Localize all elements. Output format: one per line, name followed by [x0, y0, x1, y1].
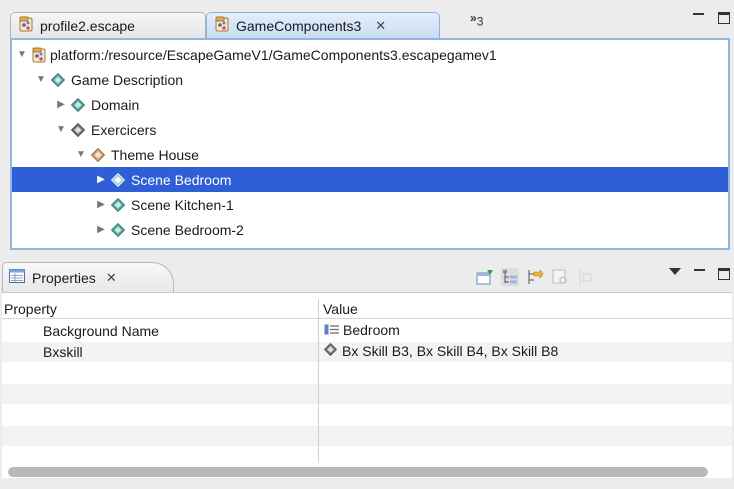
properties-window-controls [669, 267, 730, 280]
tab-gamecomponents3[interactable]: GameComponents3 ✕ [206, 12, 440, 38]
properties-icon [9, 269, 25, 286]
element-icon [323, 342, 338, 359]
tree-node-resource[interactable]: ▼ platform:/resource/EscapeGameV1/GameCo… [12, 42, 728, 67]
chevron-right-icon[interactable]: ▶ [95, 224, 107, 235]
column-header-value[interactable]: Value [323, 301, 358, 317]
show-categories-button[interactable] [501, 268, 519, 286]
model-file-icon [19, 16, 34, 35]
properties-view: Properties ✕ Property Value Background N… [2, 262, 732, 484]
element-icon [91, 147, 105, 162]
show-advanced-properties-button[interactable] [526, 268, 544, 286]
model-file-icon [215, 16, 230, 35]
tab-label: profile2.escape [40, 17, 135, 34]
tree-node-theme-house[interactable]: ▼ Theme House [12, 142, 728, 167]
tree-node-domain[interactable]: ▶ Domain [12, 92, 728, 117]
tree-node-label: Scene Bedroom [131, 171, 232, 188]
element-icon [71, 97, 85, 112]
element-icon [51, 72, 65, 87]
properties-table[interactable]: Property Value Background Name Bedroom B… [2, 292, 732, 478]
column-divider[interactable] [318, 299, 319, 463]
tree-node-label: Domain [91, 96, 140, 113]
element-icon [111, 172, 125, 187]
link-button [576, 268, 594, 286]
property-value[interactable]: Bedroom [324, 322, 400, 338]
property-value[interactable]: Bx Skill B3, Bx Skill B4, Bx Skill B8 [323, 342, 559, 359]
tree-node-exercicers[interactable]: ▼ Exercicers [12, 117, 728, 142]
tree-node-label: Game Description [71, 71, 184, 88]
editor-part: profile2.escape GameComponents3 ✕ »3 ▼ p… [10, 8, 730, 250]
table-row-empty [2, 426, 732, 446]
pin-to-selection-button[interactable] [476, 268, 494, 286]
horizontal-scrollbar[interactable] [8, 467, 708, 477]
model-file-icon [32, 47, 47, 63]
tree-node-scene-kitchen-1[interactable]: ▶ Scene Kitchen-1 [12, 192, 728, 217]
close-icon[interactable]: ✕ [106, 270, 117, 286]
minimize-icon[interactable] [694, 269, 705, 271]
chevron-right-icon[interactable]: ▶ [95, 174, 107, 185]
element-icon [111, 197, 125, 212]
table-row-empty [2, 447, 732, 463]
property-value-text: Bx Skill B3, Bx Skill B4, Bx Skill B8 [342, 343, 559, 359]
tree-node-scene-bedroom-2[interactable]: ▶ Scene Bedroom-2 [12, 217, 728, 242]
table-row[interactable]: Background Name Bedroom [2, 321, 732, 341]
editor-tab-bar: profile2.escape GameComponents3 ✕ »3 [10, 8, 730, 38]
table-row-empty [2, 405, 732, 425]
tree-node-label: Exercicers [91, 121, 157, 138]
editor-window-controls [693, 12, 730, 24]
maximize-icon[interactable] [718, 12, 730, 24]
tree-node-scene-bedroom[interactable]: ▶ Scene Bedroom [12, 167, 728, 192]
properties-toolbar [476, 268, 594, 286]
tab-properties[interactable]: Properties ✕ [2, 262, 174, 292]
tree-node-label: Scene Kitchen-1 [131, 196, 234, 213]
chevron-down-icon[interactable]: ▼ [55, 124, 67, 135]
element-icon [111, 222, 125, 237]
table-row-empty [2, 384, 732, 404]
minimize-icon[interactable] [693, 13, 704, 15]
tab-label: GameComponents3 [236, 17, 362, 34]
chevron-down-icon[interactable]: ▼ [16, 49, 28, 60]
tab-label: Properties [32, 269, 96, 286]
text-value-icon [324, 322, 340, 338]
tree-node-label: Scene Bedroom-2 [131, 221, 244, 238]
column-header-property[interactable]: Property [4, 301, 57, 317]
tab-profile2-escape[interactable]: profile2.escape [10, 12, 206, 38]
tree-node-label: platform:/resource/EscapeGameV1/GameComp… [50, 46, 497, 63]
tree-node-game-description[interactable]: ▼ Game Description [12, 67, 728, 92]
restore-default-button [551, 268, 569, 286]
view-menu-icon[interactable] [669, 267, 681, 275]
property-value-text: Bedroom [343, 322, 400, 338]
chevron-down-icon[interactable]: ▼ [35, 74, 47, 85]
table-header: Property Value [2, 299, 732, 319]
table-row[interactable]: Bxskill Bx Skill B3, Bx Skill B4, Bx Ski… [2, 342, 732, 362]
table-row-empty [2, 363, 732, 383]
chevron-right-icon[interactable]: ▶ [95, 199, 107, 210]
model-tree[interactable]: ▼ platform:/resource/EscapeGameV1/GameCo… [10, 38, 730, 250]
chevron-right-icon[interactable]: ▶ [55, 99, 67, 110]
tree-node-label: Theme House [111, 146, 199, 163]
chevron-down-icon[interactable]: ▼ [75, 149, 87, 160]
element-icon [71, 122, 85, 137]
maximize-icon[interactable] [718, 268, 730, 280]
property-name: Background Name [43, 323, 159, 339]
property-name: Bxskill [43, 344, 83, 360]
tab-overflow-button[interactable]: »3 [470, 11, 483, 28]
close-icon[interactable]: ✕ [375, 18, 386, 34]
overflow-count: 3 [476, 14, 484, 29]
